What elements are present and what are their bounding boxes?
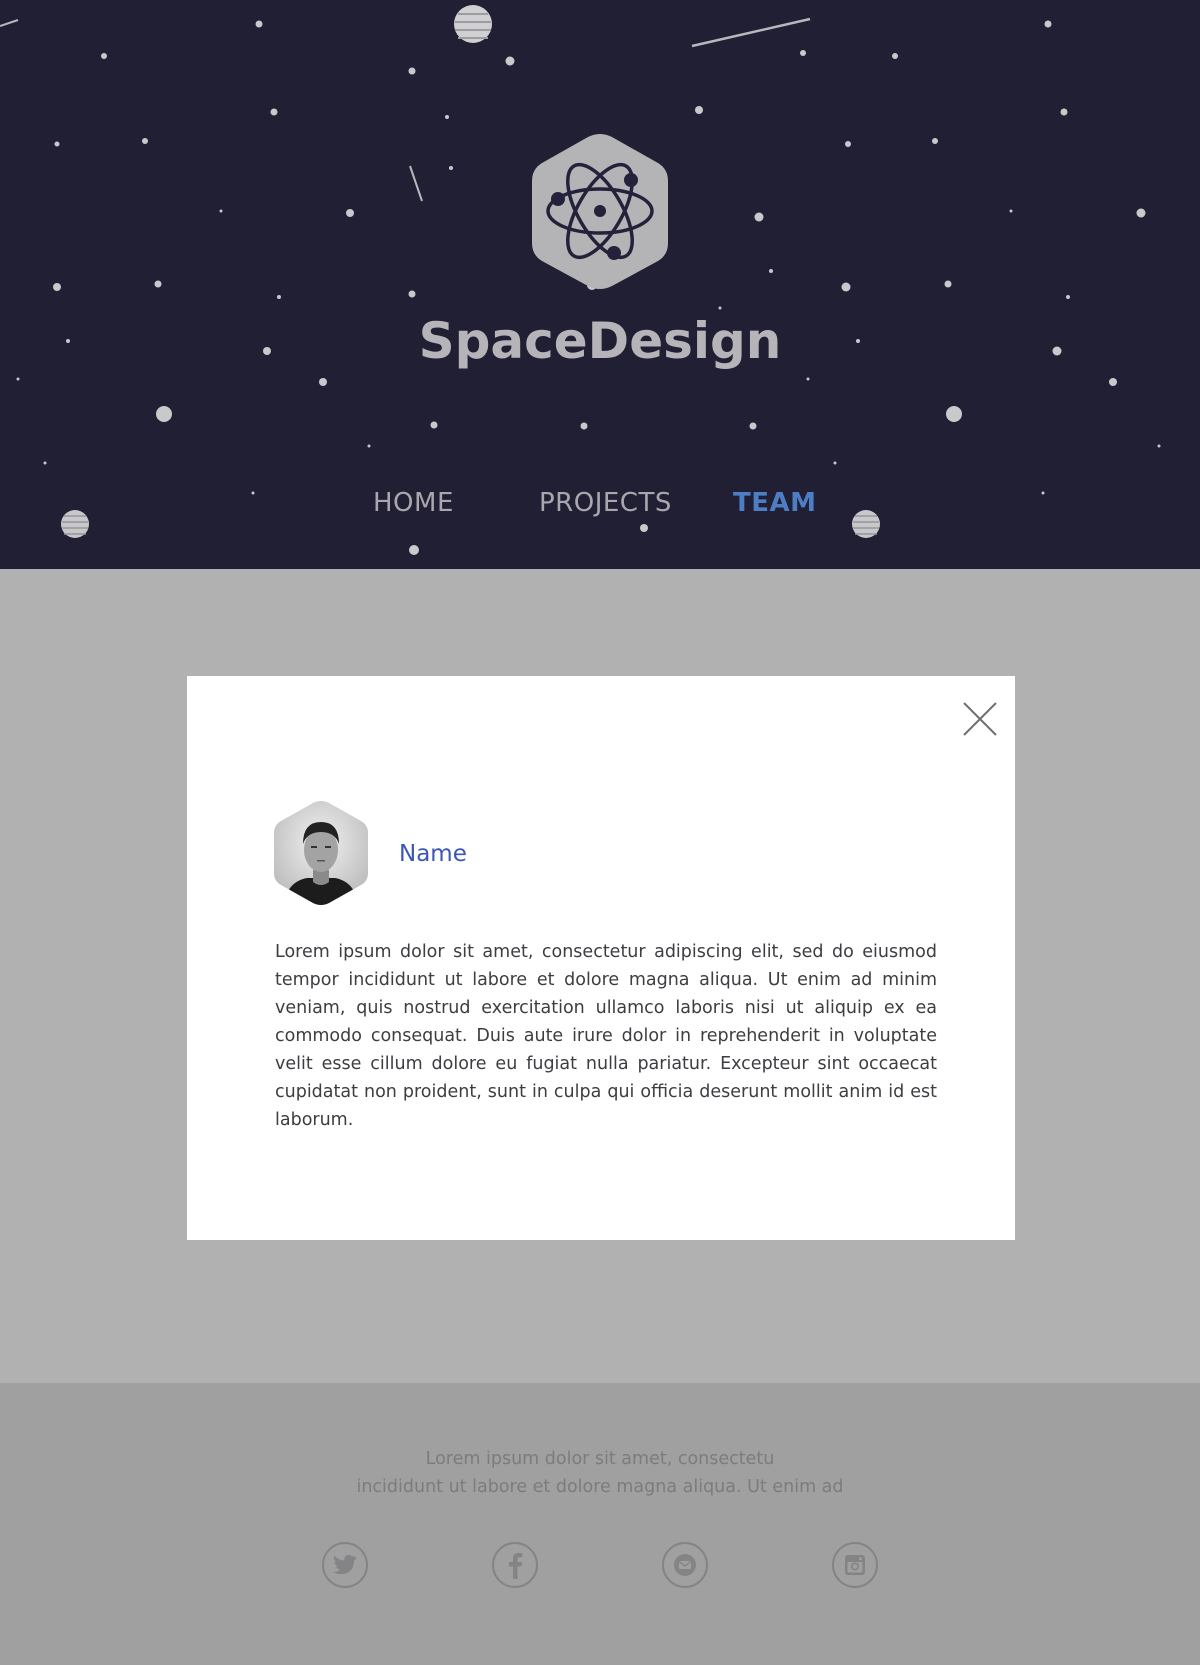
nav-projects[interactable]: PROJECTS — [539, 488, 672, 518]
member-name: Name — [399, 841, 467, 867]
instagram-icon[interactable] — [832, 1542, 878, 1588]
avatar — [274, 801, 368, 905]
nav-home[interactable]: HOME — [373, 488, 454, 518]
footer-line-2: incididunt ut labore et dolore magna ali… — [356, 1477, 844, 1497]
atom-hexagon-icon[interactable] — [528, 133, 672, 290]
nav-team[interactable]: TEAM — [733, 488, 817, 518]
site-footer: Lorem ipsum dolor sit amet, consectetu i… — [0, 1383, 1200, 1665]
footer-line-1: Lorem ipsum dolor sit amet, consectetu — [425, 1449, 775, 1469]
member-bio: Lorem ipsum dolor sit amet, consectetur … — [275, 942, 937, 1130]
footer-text: Lorem ipsum dolor sit amet, consectetu i… — [0, 1445, 1200, 1501]
brand-name: SpaceDesign — [418, 312, 782, 370]
team-member-modal: Name Lorem ipsum dolor sit amet, consect… — [187, 676, 1015, 1240]
twitter-icon[interactable] — [322, 1542, 368, 1588]
site-header: SpaceDesign HOME PROJECTS TEAM — [0, 0, 1200, 569]
main-nav: HOME PROJECTS TEAM — [0, 488, 1200, 528]
facebook-icon[interactable] — [492, 1542, 538, 1588]
close-icon[interactable] — [961, 700, 999, 738]
mail-icon[interactable] — [662, 1542, 708, 1588]
